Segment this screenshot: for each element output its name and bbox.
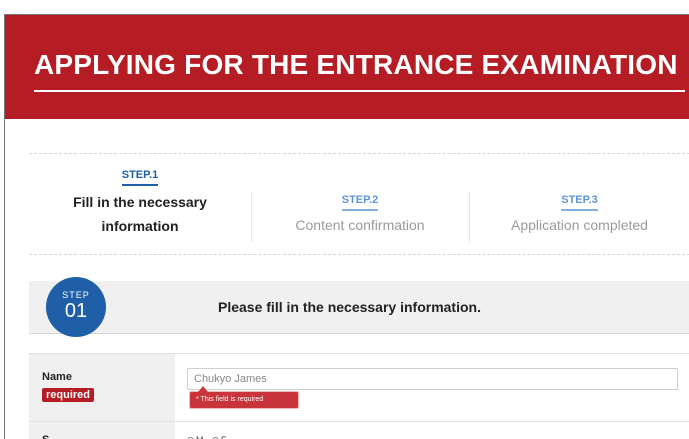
step-1-number: STEP.1 bbox=[121, 169, 159, 186]
step-1: STEP.1 Fill in the necessary information bbox=[29, 154, 251, 254]
step-3-label: Application completed bbox=[511, 217, 648, 233]
step-2: STEP.2 Content confirmation bbox=[251, 154, 469, 254]
page-header: APPLYING FOR THE ENTRANCE EXAMINATION bbox=[5, 15, 689, 119]
name-input[interactable] bbox=[187, 368, 678, 390]
name-label: Name bbox=[42, 371, 72, 383]
section-header: STEP 01 Please fill in the necessary inf… bbox=[29, 277, 689, 337]
required-badge: required bbox=[42, 388, 95, 402]
page-frame: APPLYING FOR THE ENTRANCE EXAMINATION ST… bbox=[4, 14, 689, 439]
application-form: Name required * This field is required S… bbox=[29, 353, 689, 439]
step-3-number: STEP.3 bbox=[561, 194, 598, 211]
sex-label: S bbox=[42, 434, 49, 439]
step-badge-label: STEP bbox=[62, 290, 90, 300]
step-2-number: STEP.2 bbox=[341, 194, 379, 211]
step-badge-number: 01 bbox=[64, 300, 88, 322]
step-1-label: Fill in the necessary information bbox=[29, 190, 251, 238]
name-error-tooltip: * This field is required bbox=[189, 386, 299, 409]
section-title: Please fill in the necessary information… bbox=[218, 299, 481, 315]
step-3: STEP.3 Application completed bbox=[469, 154, 689, 254]
step-badge: STEP 01 bbox=[46, 277, 106, 337]
step-2-label: Content confirmation bbox=[295, 217, 425, 233]
sex-radio-label-1: M bbox=[196, 435, 204, 439]
sex-radio-label-2: F bbox=[221, 435, 227, 439]
header-underline bbox=[34, 90, 685, 92]
sex-radio-group: M F bbox=[187, 435, 233, 439]
step-1-label-line1: Fill in the necessary bbox=[73, 194, 207, 210]
form-row-divider bbox=[29, 421, 689, 422]
step-progress: STEP.1 Fill in the necessary information… bbox=[29, 153, 689, 255]
step-1-label-line2: information bbox=[101, 218, 179, 234]
page-title: APPLYING FOR THE ENTRANCE EXAMINATION bbox=[34, 49, 678, 80]
